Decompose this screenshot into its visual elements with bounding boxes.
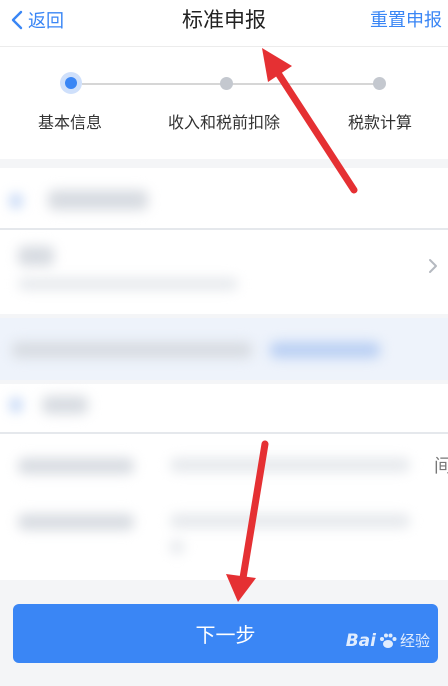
baidu-jingyan-watermark: Bai 经验 xyxy=(346,630,430,651)
reset-declaration-button[interactable]: 重置申报 xyxy=(370,6,442,32)
step-label-income-deduction: 收入和税前扣除 xyxy=(168,113,281,132)
watermark-brand: Bai xyxy=(345,630,376,651)
field-edge-text: 间 xyxy=(434,456,448,477)
nav-bar: 返回 标准申报 重置申报 xyxy=(0,0,448,46)
blurred-notice-bar xyxy=(0,318,448,380)
step-dot xyxy=(220,77,233,90)
step-connector xyxy=(82,83,222,85)
step-connector xyxy=(232,83,374,85)
paw-icon xyxy=(379,633,397,648)
step-label-tax-calculation: 税款计算 xyxy=(348,113,413,132)
chevron-right-icon[interactable] xyxy=(428,258,438,274)
step-label-basic-info: 基本信息 xyxy=(38,113,103,132)
step-dot-active xyxy=(60,72,82,94)
step-dot xyxy=(373,77,386,90)
watermark-suffix: 经验 xyxy=(399,632,430,650)
blurred-info-card xyxy=(0,168,448,314)
blurred-form-card: 间 xyxy=(0,384,448,580)
progress-stepper: 基本信息 收入和税前扣除 税款计算 xyxy=(0,46,448,159)
